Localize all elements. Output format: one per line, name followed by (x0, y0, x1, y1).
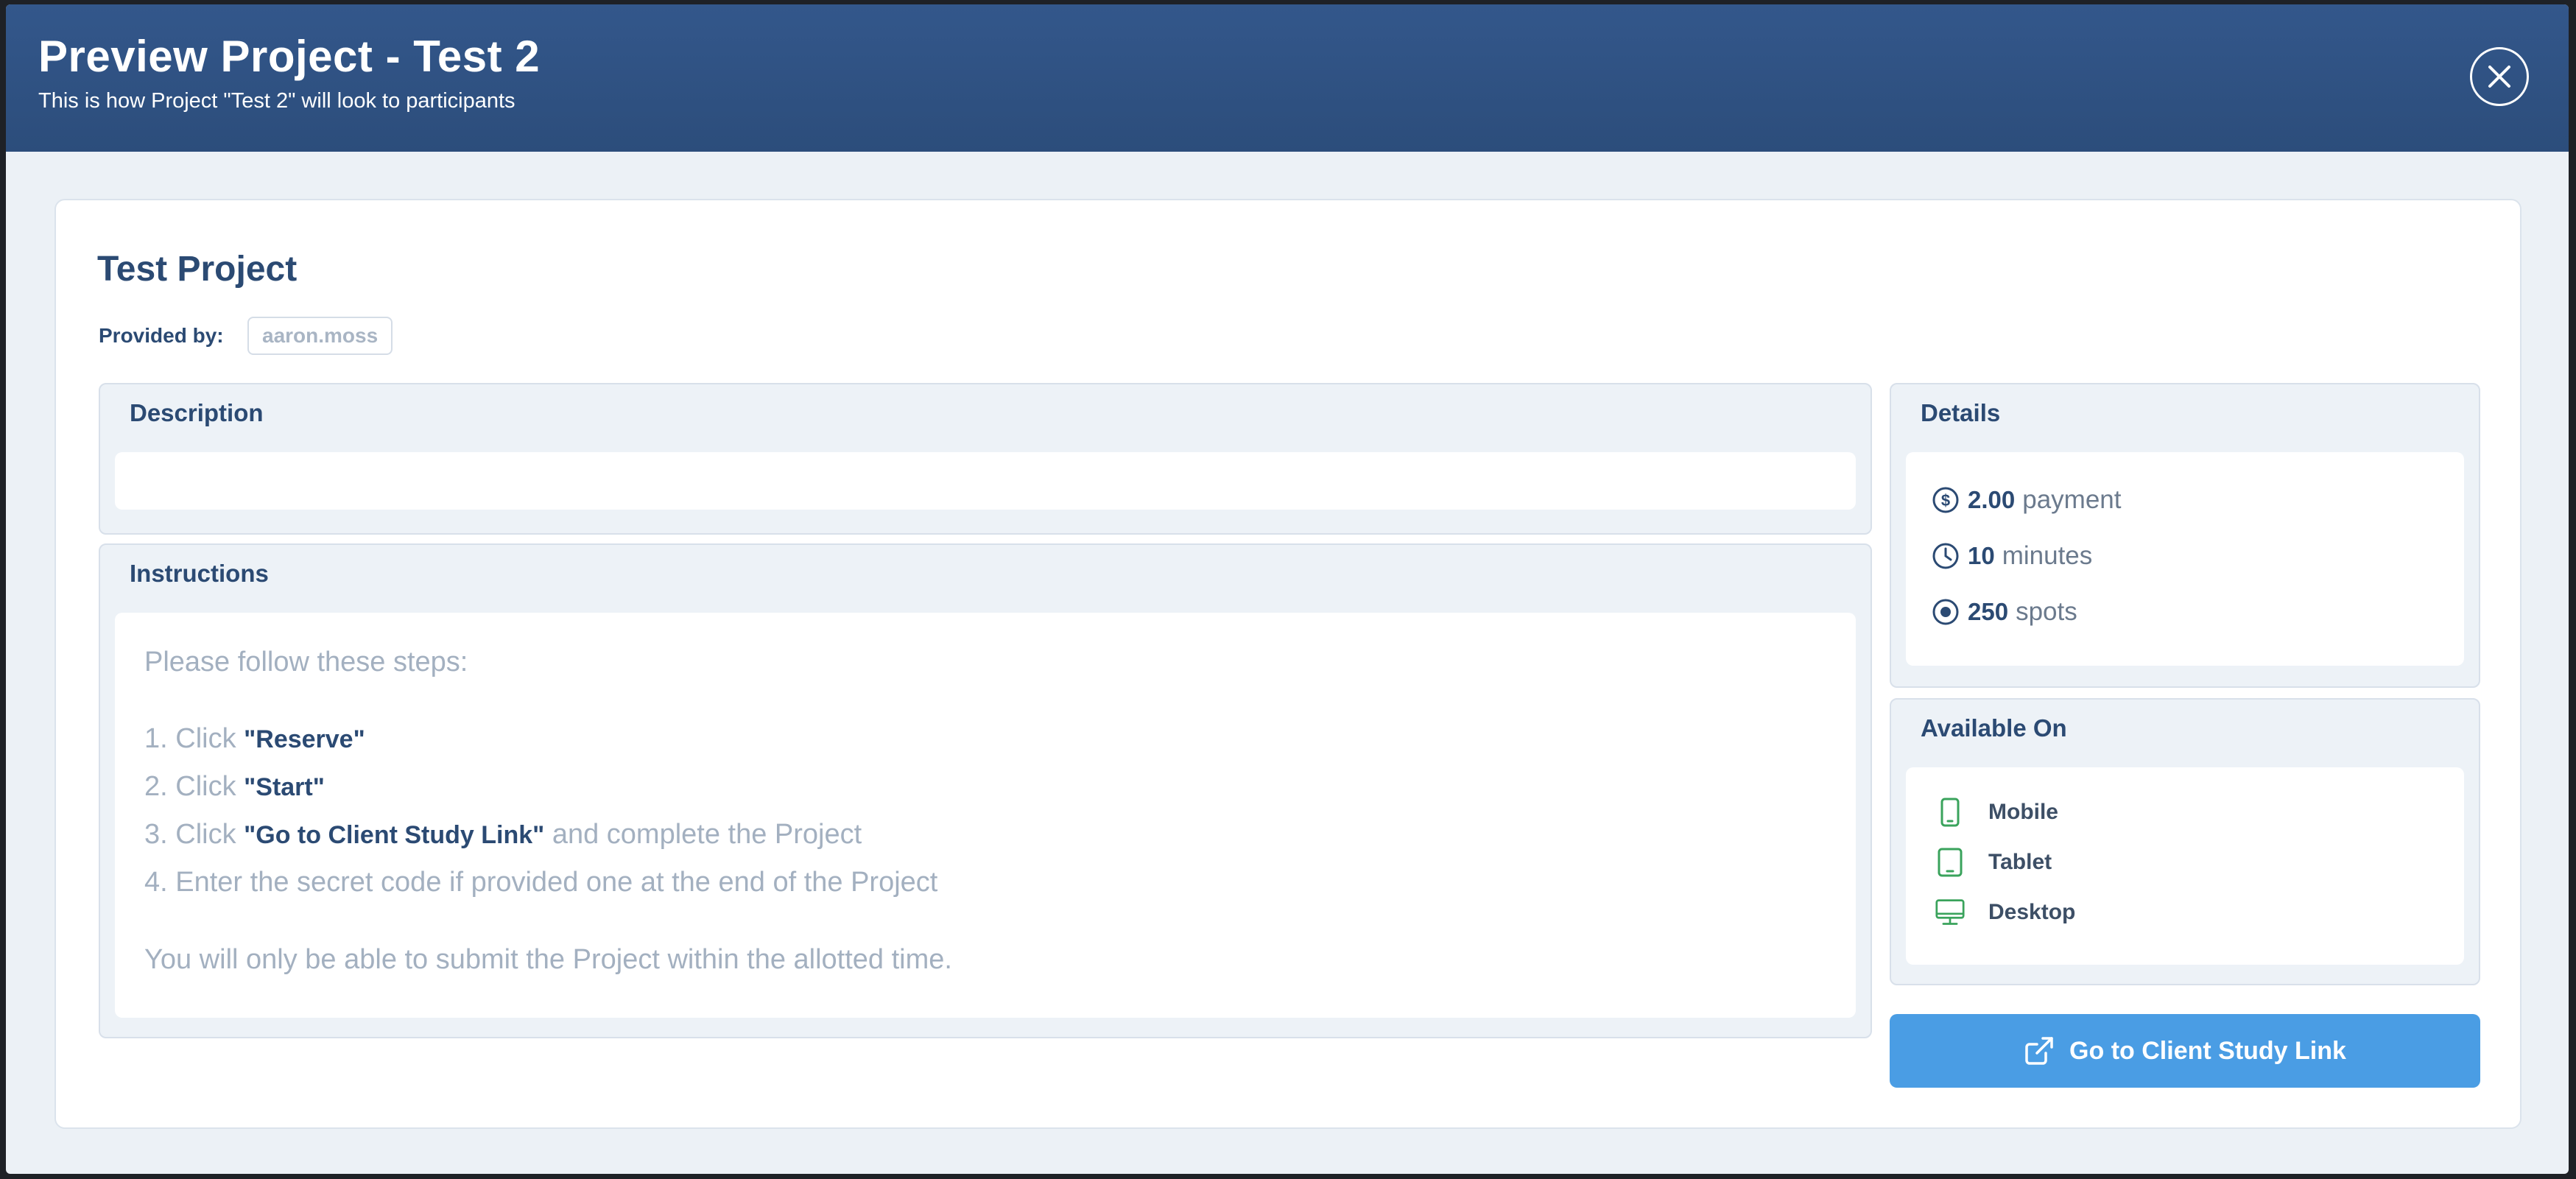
spots-icon (1931, 597, 1960, 627)
details-panel: Details $ 2.00 payment 10 minutes 250 sp… (1890, 383, 2480, 688)
device-desktop: Desktop (1935, 895, 2075, 929)
instruction-step: 2. Click "Start" (144, 771, 325, 803)
detail-label: spots (2016, 597, 2077, 626)
detail-label: minutes (2002, 541, 2093, 570)
detail-label: payment (2022, 485, 2122, 514)
modal-subtitle: This is how Project "Test 2" will look t… (38, 89, 515, 113)
dollar-icon: $ (1931, 485, 1960, 515)
provided-by-label: Provided by: (99, 324, 224, 347)
device-label: Tablet (1988, 850, 2052, 874)
tablet-icon (1935, 846, 1965, 879)
step-action: "Go to Client Study Link" (244, 821, 545, 849)
instructions-body: Please follow these steps: 1. Click "Res… (115, 613, 1856, 1018)
available-on-body: Mobile Tablet Desktop (1906, 767, 2464, 965)
instructions-intro: Please follow these steps: (144, 647, 468, 678)
detail-spots: 250 spots (1931, 594, 2077, 630)
detail-value: 10 (1968, 542, 1995, 569)
instructions-note: You will only be able to submit the Proj… (144, 944, 952, 975)
go-to-client-study-link-button[interactable]: Go to Client Study Link (1890, 1014, 2480, 1088)
description-panel: Description (99, 383, 1872, 535)
available-on-panel: Available On Mobile Tablet Desktop (1890, 698, 2480, 985)
close-button[interactable] (2470, 47, 2529, 106)
instruction-step: 4. Enter the secret code if provided one… (144, 867, 937, 898)
detail-value: 250 (1968, 598, 2009, 625)
device-tablet: Tablet (1935, 845, 2052, 879)
external-link-icon (2024, 1035, 2056, 1067)
step-action: "Start" (244, 773, 325, 801)
device-label: Mobile (1988, 800, 2058, 824)
close-icon (2488, 66, 2510, 88)
modal-header: Preview Project - Test 2 This is how Pro… (6, 4, 2569, 152)
step-text: 4. Enter the secret code if provided one… (144, 867, 938, 898)
step-text: 1. Click (144, 723, 244, 754)
clock-icon (1931, 541, 1960, 571)
instruction-step: 3. Click "Go to Client Study Link" and c… (144, 819, 862, 851)
preview-modal: Preview Project - Test 2 This is how Pro… (6, 4, 2569, 1174)
step-text-suffix: and complete the Project (544, 819, 862, 850)
description-title: Description (130, 399, 264, 426)
instructions-title: Instructions (130, 560, 269, 587)
provider-badge: aaron.moss (247, 317, 393, 355)
step-action: "Reserve" (244, 725, 365, 753)
details-body: $ 2.00 payment 10 minutes 250 spots (1906, 452, 2464, 666)
project-title: Test Project (97, 250, 298, 289)
step-text: 3. Click (144, 819, 244, 850)
description-body (115, 452, 1856, 510)
step-text: 2. Click (144, 771, 244, 802)
modal-title: Preview Project - Test 2 (38, 32, 541, 81)
detail-value: 2.00 (1968, 486, 2016, 513)
cta-label: Go to Client Study Link (2069, 1036, 2346, 1065)
instruction-step: 1. Click "Reserve" (144, 723, 365, 755)
instructions-panel: Instructions Please follow these steps: … (99, 543, 1872, 1038)
device-label: Desktop (1988, 900, 2076, 924)
details-title: Details (1921, 399, 2001, 426)
detail-duration: 10 minutes (1931, 538, 2092, 574)
detail-payment: $ 2.00 payment (1931, 482, 2121, 518)
mobile-icon (1935, 796, 1965, 828)
device-mobile: Mobile (1935, 795, 2058, 829)
desktop-icon (1935, 896, 1965, 929)
svg-text:$: $ (1941, 491, 1950, 510)
available-on-title: Available On (1921, 714, 2067, 742)
